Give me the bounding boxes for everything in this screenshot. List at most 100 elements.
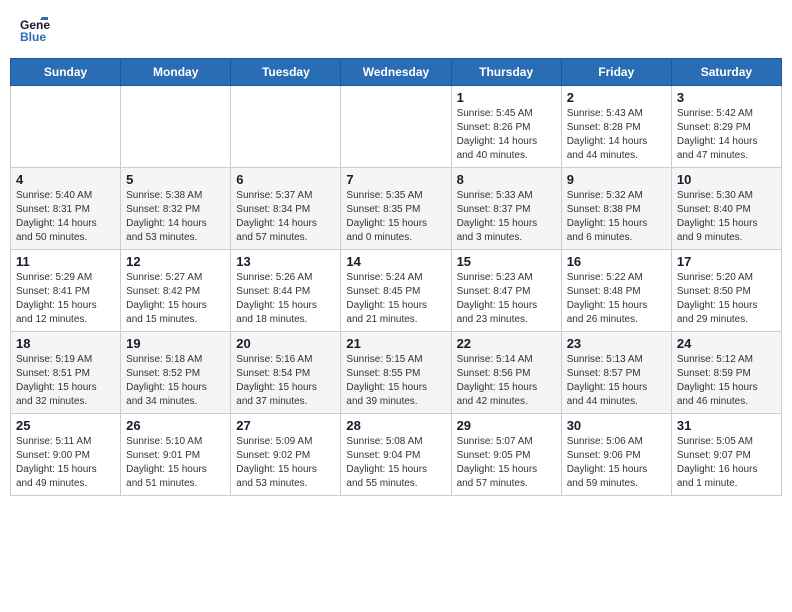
day-info: Sunrise: 5:14 AMSunset: 8:56 PMDaylight:… [457,353,556,409]
day-info: Sunrise: 5:06 AMSunset: 9:06 PMDaylight:… [567,435,666,491]
day-number: 19 [126,336,225,351]
day-number: 20 [236,336,335,351]
day-info: Sunrise: 5:15 AMSunset: 8:55 PMDaylight:… [346,353,445,409]
calendar-cell: 30 Sunrise: 5:06 AMSunset: 9:06 PMDayligh… [561,414,671,496]
weekday-header-saturday: Saturday [671,59,781,86]
day-number: 18 [16,336,115,351]
calendar-cell: 4 Sunrise: 5:40 AMSunset: 8:31 PMDaylight… [11,168,121,250]
day-number: 30 [567,418,666,433]
day-number: 21 [346,336,445,351]
calendar-cell: 28 Sunrise: 5:08 AMSunset: 9:04 PMDayligh… [341,414,451,496]
day-info: Sunrise: 5:42 AMSunset: 8:29 PMDaylight:… [677,107,776,163]
day-number: 12 [126,254,225,269]
calendar-table: SundayMondayTuesdayWednesdayThursdayFrid… [10,58,782,496]
calendar-cell: 5Sunrise: 5:38 AMSunset: 8:32 PMDaylight… [121,168,231,250]
calendar-cell: 27 Sunrise: 5:09 AMSunset: 9:02 PMDayligh… [231,414,341,496]
day-number: 29 [457,418,556,433]
calendar-cell: 24 Sunrise: 5:12 AMSunset: 8:59 PMDayligh… [671,332,781,414]
day-number: 5 [126,172,225,187]
day-info: Sunrise: 5:13 AMSunset: 8:57 PMDaylight:… [567,353,666,409]
weekday-header-row: SundayMondayTuesdayWednesdayThursdayFrid… [11,59,782,86]
day-info: Sunrise: 5:30 AMSunset: 8:40 PMDaylight:… [677,189,776,245]
day-info: Sunrise: 5:43 AMSunset: 8:28 PMDaylight:… [567,107,666,163]
day-info: Sunrise: 5:37 AMSunset: 8:34 PMDaylight:… [236,189,335,245]
day-number: 23 [567,336,666,351]
calendar-week-row: 1Sunrise: 5:45 AMSunset: 8:26 PMDaylight… [11,86,782,168]
calendar-cell: 19 Sunrise: 5:18 AMSunset: 8:52 PMDayligh… [121,332,231,414]
calendar-cell: 8Sunrise: 5:33 AMSunset: 8:37 PMDaylight… [451,168,561,250]
day-info: Sunrise: 5:35 AMSunset: 8:35 PMDaylight:… [346,189,445,245]
weekday-header-wednesday: Wednesday [341,59,451,86]
calendar-cell: 25 Sunrise: 5:11 AMSunset: 9:00 PMDayligh… [11,414,121,496]
day-number: 9 [567,172,666,187]
svg-text:Blue: Blue [20,30,46,44]
day-info: Sunrise: 5:32 AMSunset: 8:38 PMDaylight:… [567,189,666,245]
calendar-week-row: 4 Sunrise: 5:40 AMSunset: 8:31 PMDaylight… [11,168,782,250]
day-number: 25 [16,418,115,433]
weekday-header-friday: Friday [561,59,671,86]
day-info: Sunrise: 5:08 AMSunset: 9:04 PMDaylight:… [346,435,445,491]
calendar-cell: 16Sunrise: 5:22 AMSunset: 8:48 PMDayligh… [561,250,671,332]
calendar-week-row: 11 Sunrise: 5:29 AMSunset: 8:41 PMDayligh… [11,250,782,332]
day-info: Sunrise: 5:18 AMSunset: 8:52 PMDaylight:… [126,353,225,409]
day-info: Sunrise: 5:40 AMSunset: 8:31 PMDaylight:… [16,189,115,245]
calendar-cell [231,86,341,168]
calendar-cell: 11 Sunrise: 5:29 AMSunset: 8:41 PMDayligh… [11,250,121,332]
calendar-cell: 10 Sunrise: 5:30 AMSunset: 8:40 PMDayligh… [671,168,781,250]
day-number: 6 [236,172,335,187]
day-info: Sunrise: 5:12 AMSunset: 8:59 PMDaylight:… [677,353,776,409]
day-number: 11 [16,254,115,269]
calendar-week-row: 18 Sunrise: 5:19 AMSunset: 8:51 PMDayligh… [11,332,782,414]
weekday-header-thursday: Thursday [451,59,561,86]
day-number: 7 [346,172,445,187]
day-info: Sunrise: 5:20 AMSunset: 8:50 PMDaylight:… [677,271,776,327]
day-number: 14 [346,254,445,269]
calendar-cell: 18 Sunrise: 5:19 AMSunset: 8:51 PMDayligh… [11,332,121,414]
calendar-cell: 15Sunrise: 5:23 AMSunset: 8:47 PMDayligh… [451,250,561,332]
day-info: Sunrise: 5:09 AMSunset: 9:02 PMDaylight:… [236,435,335,491]
day-info: Sunrise: 5:07 AMSunset: 9:05 PMDaylight:… [457,435,556,491]
day-number: 1 [457,90,556,105]
day-info: Sunrise: 5:05 AMSunset: 9:07 PMDaylight:… [677,435,776,491]
day-number: 31 [677,418,776,433]
calendar-cell: 1Sunrise: 5:45 AMSunset: 8:26 PMDaylight… [451,86,561,168]
day-info: Sunrise: 5:26 AMSunset: 8:44 PMDaylight:… [236,271,335,327]
day-info: Sunrise: 5:11 AMSunset: 9:00 PMDaylight:… [16,435,115,491]
day-number: 10 [677,172,776,187]
weekday-header-tuesday: Tuesday [231,59,341,86]
calendar-cell [121,86,231,168]
calendar-cell: 26 Sunrise: 5:10 AMSunset: 9:01 PMDayligh… [121,414,231,496]
calendar-cell: 31 Sunrise: 5:05 AMSunset: 9:07 PMDayligh… [671,414,781,496]
calendar-cell: 22Sunrise: 5:14 AMSunset: 8:56 PMDayligh… [451,332,561,414]
day-number: 16 [567,254,666,269]
logo: General Blue [20,15,54,45]
logo-icon: General Blue [20,15,50,45]
calendar-cell: 20 Sunrise: 5:16 AMSunset: 8:54 PMDayligh… [231,332,341,414]
calendar-cell: 29 Sunrise: 5:07 AMSunset: 9:05 PMDayligh… [451,414,561,496]
weekday-header-sunday: Sunday [11,59,121,86]
day-number: 27 [236,418,335,433]
calendar-cell: 3Sunrise: 5:42 AMSunset: 8:29 PMDaylight… [671,86,781,168]
day-number: 2 [567,90,666,105]
calendar-cell [341,86,451,168]
day-info: Sunrise: 5:29 AMSunset: 8:41 PMDaylight:… [16,271,115,327]
calendar-cell: 17 Sunrise: 5:20 AMSunset: 8:50 PMDayligh… [671,250,781,332]
day-info: Sunrise: 5:27 AMSunset: 8:42 PMDaylight:… [126,271,225,327]
day-number: 28 [346,418,445,433]
day-info: Sunrise: 5:16 AMSunset: 8:54 PMDaylight:… [236,353,335,409]
day-info: Sunrise: 5:10 AMSunset: 9:01 PMDaylight:… [126,435,225,491]
calendar-cell: 13 Sunrise: 5:26 AMSunset: 8:44 PMDayligh… [231,250,341,332]
day-number: 26 [126,418,225,433]
day-info: Sunrise: 5:24 AMSunset: 8:45 PMDaylight:… [346,271,445,327]
day-info: Sunrise: 5:19 AMSunset: 8:51 PMDaylight:… [16,353,115,409]
calendar-cell [11,86,121,168]
day-number: 4 [16,172,115,187]
calendar-week-row: 25 Sunrise: 5:11 AMSunset: 9:00 PMDayligh… [11,414,782,496]
day-number: 13 [236,254,335,269]
page-header: General Blue [10,10,782,50]
calendar-cell: 7 Sunrise: 5:35 AMSunset: 8:35 PMDaylight… [341,168,451,250]
day-number: 17 [677,254,776,269]
day-number: 15 [457,254,556,269]
calendar-cell: 2 Sunrise: 5:43 AMSunset: 8:28 PMDaylight… [561,86,671,168]
day-number: 24 [677,336,776,351]
